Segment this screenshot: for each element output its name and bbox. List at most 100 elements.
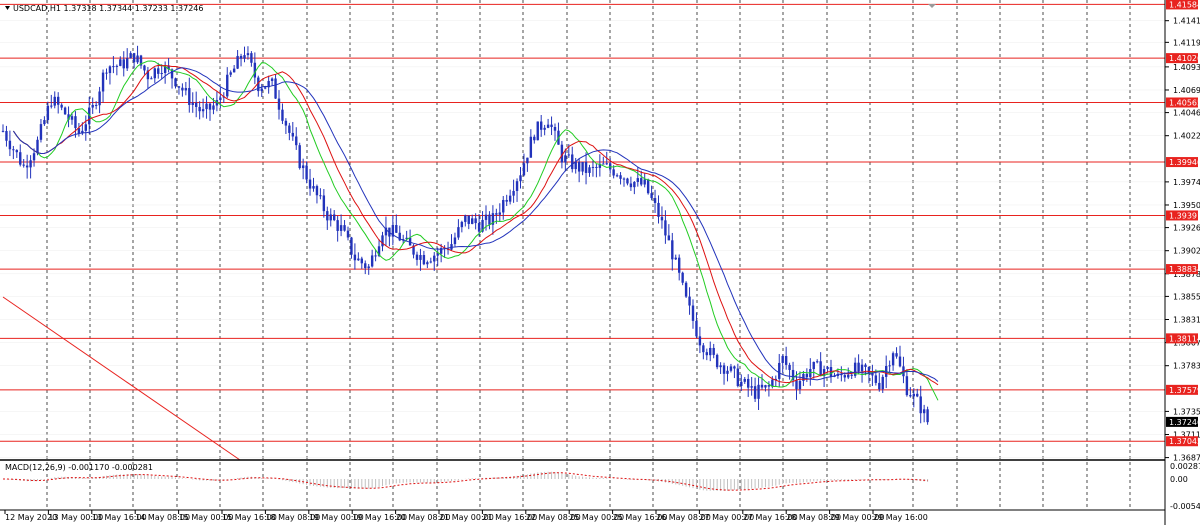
price-tick-label: 1.38310 xyxy=(1173,315,1200,324)
candle-body xyxy=(784,356,788,365)
candle-body xyxy=(916,393,919,397)
candle-body xyxy=(505,199,508,202)
candle-body xyxy=(564,155,567,163)
current-price-marker: 1.37246 xyxy=(1166,416,1200,427)
candle-body xyxy=(657,202,660,217)
candle-body xyxy=(181,87,184,91)
candle-body xyxy=(495,213,498,215)
candle-body xyxy=(98,91,101,106)
candle-body xyxy=(29,160,32,168)
candle-body xyxy=(567,154,570,156)
level-label: 1.37045 xyxy=(1169,437,1200,446)
candle-body xyxy=(322,195,326,212)
candle-body xyxy=(757,384,760,399)
candle-body xyxy=(878,382,881,390)
candle-body xyxy=(453,237,457,245)
candle-body xyxy=(919,396,922,414)
candle-body xyxy=(436,253,439,256)
candle-body xyxy=(571,154,574,170)
price-tick-label: 1.41415 xyxy=(1173,17,1200,26)
candle-body xyxy=(664,220,667,236)
candle-body xyxy=(643,179,646,185)
price-tick-label: 1.38550 xyxy=(1173,292,1200,301)
candle-body xyxy=(212,105,215,110)
candle-body xyxy=(350,237,353,255)
candle-body xyxy=(526,157,529,164)
candle-body xyxy=(336,220,339,231)
chart-info-label: USDCAD,H1 1.37318 1.37344 1.37233 1.3724… xyxy=(5,4,203,13)
candle-body xyxy=(712,347,715,355)
candle-body xyxy=(502,199,505,213)
candle-body xyxy=(288,125,291,133)
candle-body xyxy=(46,105,50,121)
candle-body xyxy=(177,86,181,88)
candle-body xyxy=(477,223,481,232)
candle-body xyxy=(457,227,460,238)
candle-body xyxy=(291,132,294,137)
candle-body xyxy=(553,127,557,131)
candle-body xyxy=(353,254,357,261)
candle-body xyxy=(464,215,467,222)
candle-body xyxy=(381,235,384,247)
candle-body xyxy=(595,166,598,168)
candle-body xyxy=(726,370,729,374)
price-tick-label: 1.41190 xyxy=(1173,38,1200,47)
candle-body xyxy=(688,296,691,306)
candle-body xyxy=(747,378,750,388)
macd-tick-top: 0.002876 xyxy=(1170,462,1200,471)
candle-body xyxy=(584,161,588,173)
candle-body xyxy=(550,124,553,128)
candle-body xyxy=(105,72,108,74)
candle-body xyxy=(5,131,8,141)
candle-body xyxy=(36,139,39,154)
candle-body xyxy=(274,78,277,99)
candle-body xyxy=(767,385,771,387)
candle-body xyxy=(298,145,301,169)
trading-chart[interactable]: USDCAD,H1 1.37318 1.37344 1.37233 1.3724… xyxy=(0,0,1200,525)
candle-body xyxy=(895,353,898,357)
candle-body xyxy=(515,181,519,191)
candle-body xyxy=(112,66,115,68)
level-label: 1.39946 xyxy=(1169,158,1200,167)
candle-body xyxy=(84,124,87,131)
candle-body xyxy=(1,130,5,132)
candle-body xyxy=(843,375,846,378)
candle-body xyxy=(174,78,177,87)
candle-body xyxy=(70,116,74,120)
candle-body xyxy=(640,178,643,185)
candle-body xyxy=(308,179,312,189)
candle-body xyxy=(415,254,419,260)
candle-body xyxy=(232,68,236,73)
candle-body xyxy=(764,385,767,388)
candle-body xyxy=(346,230,350,238)
candle-body xyxy=(588,167,591,173)
candle-body xyxy=(160,73,163,75)
candle-body xyxy=(650,193,653,199)
candle-body xyxy=(15,150,18,153)
candle-body xyxy=(519,175,522,182)
candle-body xyxy=(781,356,784,363)
candle-body xyxy=(705,352,708,356)
candle-body xyxy=(702,345,705,353)
level-label: 1.38834 xyxy=(1169,265,1200,274)
candle-body xyxy=(277,98,281,110)
candle-body xyxy=(22,164,25,166)
candle-body xyxy=(422,255,426,265)
candle-body xyxy=(126,58,129,69)
candle-body xyxy=(264,87,267,89)
candle-body xyxy=(74,116,77,129)
candle-body xyxy=(722,365,726,374)
candle-body xyxy=(709,347,712,356)
candle-body xyxy=(626,178,629,184)
candle-body xyxy=(333,214,336,221)
candle-body xyxy=(250,53,253,63)
candle-body xyxy=(760,384,764,388)
price-tick-label: 1.40935 xyxy=(1173,63,1200,72)
candle-body xyxy=(574,161,577,170)
candle-body xyxy=(543,127,546,130)
price-tick-label: 1.40460 xyxy=(1173,109,1200,118)
candle-body xyxy=(719,365,722,368)
candle-body xyxy=(619,175,622,179)
candle-body xyxy=(319,195,322,197)
candle-body xyxy=(119,59,122,66)
